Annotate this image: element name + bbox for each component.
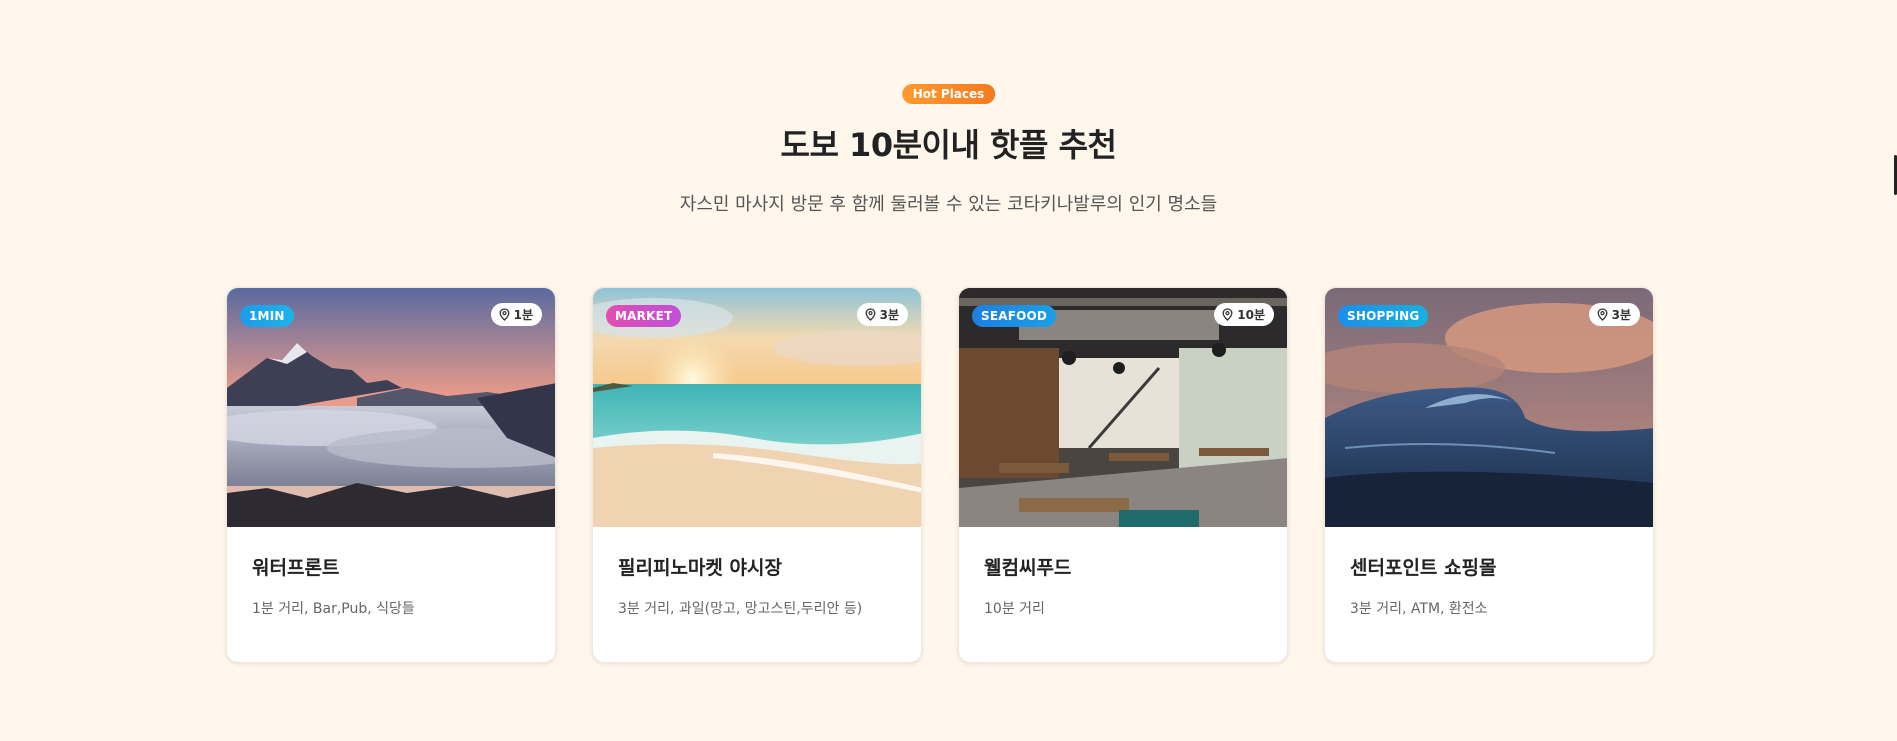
- place-description: 1분 거리, Bar,Pub, 식당들: [252, 601, 415, 617]
- place-card-welcome-seafood[interactable]: SEAFOOD 10분 웰컴씨푸드 10분 거리: [958, 287, 1288, 663]
- category-tag: MARKET: [606, 305, 682, 327]
- category-tag: SHOPPING: [1338, 305, 1429, 327]
- distance-badge: 3분: [1588, 303, 1640, 326]
- distance-text: 3분: [879, 308, 899, 322]
- section-subtitle: 자스민 마사지 방문 후 함께 둘러볼 수 있는 코타키나발루의 인기 명소들: [679, 194, 1218, 215]
- place-name: 센터포인트 쇼핑몰: [1350, 557, 1497, 579]
- location-pin-icon: [1597, 308, 1608, 321]
- location-pin-icon: [499, 308, 510, 321]
- distance-text: 3분: [1611, 308, 1631, 322]
- hot-places-badge: Hot Places: [901, 84, 996, 104]
- distance-badge: 1분: [490, 303, 542, 326]
- card-image: MARKET 3분: [593, 288, 921, 527]
- place-name: 워터프론트: [252, 557, 340, 579]
- category-tag: SEAFOOD: [972, 305, 1057, 327]
- distance-badge: 10분: [1214, 303, 1274, 326]
- place-description: 10분 거리: [984, 601, 1045, 617]
- place-card-centerpoint-mall[interactable]: SHOPPING 3분 센터포인트 쇼핑몰 3분 거리, ATM, 환전소: [1324, 287, 1654, 663]
- place-card-waterfront[interactable]: 1MIN 1분 워터프론트 1분 거리, Bar,Pub, 식당들: [226, 287, 556, 663]
- place-name: 웰컴씨푸드: [984, 557, 1072, 579]
- place-card-filipino-market[interactable]: MARKET 3분 필리피노마켓 야시장 3분 거리, 과일(망고, 망고스틴,…: [592, 287, 922, 663]
- place-description: 3분 거리, 과일(망고, 망고스틴,두리안 등): [618, 601, 863, 617]
- category-tag: 1MIN: [240, 305, 294, 327]
- distance-text: 1분: [513, 308, 533, 322]
- distance-badge: 3분: [856, 303, 908, 326]
- distance-text: 10분: [1237, 308, 1265, 322]
- card-image: SEAFOOD 10분: [959, 288, 1287, 527]
- section-title: 도보 10분이내 핫플 추천: [780, 126, 1117, 164]
- location-pin-icon: [1222, 308, 1233, 321]
- place-description: 3분 거리, ATM, 환전소: [1350, 601, 1488, 617]
- hot-places-section: Hot Places 도보 10분이내 핫플 추천 자스민 마사지 방문 후 함…: [0, 0, 1897, 741]
- place-name: 필리피노마켓 야시장: [618, 557, 782, 579]
- card-image: 1MIN 1분: [227, 288, 555, 527]
- location-pin-icon: [865, 308, 876, 321]
- card-image: SHOPPING 3분: [1325, 288, 1653, 527]
